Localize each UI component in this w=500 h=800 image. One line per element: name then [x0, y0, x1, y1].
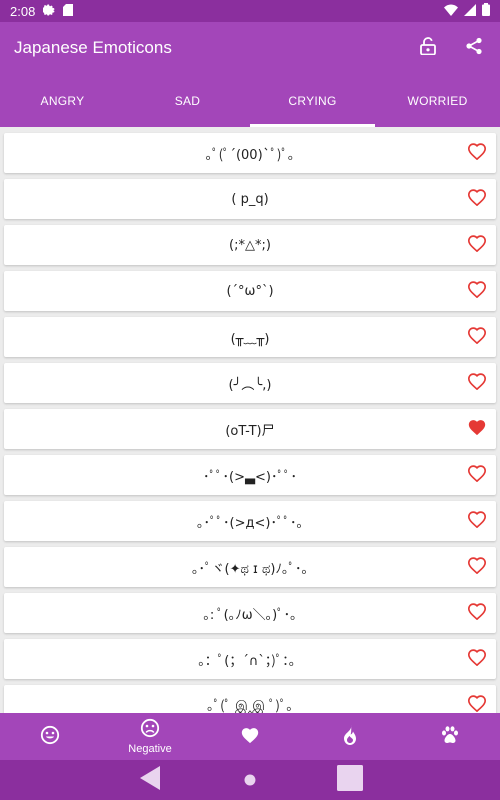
favorite-button[interactable] — [466, 142, 488, 164]
nav-animals[interactable] — [400, 713, 500, 760]
wifi-icon — [444, 4, 458, 19]
status-time: 2:08 — [10, 3, 36, 19]
heart-outline-icon — [467, 234, 487, 256]
list-item[interactable]: 。：ﾟ(；´∩`；)ﾟ：。 — [4, 639, 496, 679]
battery-icon — [482, 3, 490, 19]
nav-happy[interactable] — [0, 713, 100, 760]
heart-outline-icon — [467, 326, 487, 348]
emoticon-text: (╯︵╰,) — [228, 377, 272, 393]
tab-sad[interactable]: SAD — [125, 74, 250, 127]
heart-outline-icon — [467, 694, 487, 713]
heart-outline-icon — [467, 648, 487, 670]
home-circle-icon — [244, 771, 256, 790]
recents-button[interactable] — [300, 760, 400, 800]
heart-filled-icon — [467, 418, 487, 440]
sad-face-icon — [140, 718, 160, 742]
bottom-nav: Negative — [0, 713, 500, 760]
system-navigation-bar — [0, 760, 500, 800]
favorite-button[interactable] — [466, 556, 488, 578]
lock-button[interactable] — [416, 36, 440, 60]
sd-card-icon — [63, 3, 74, 19]
emoticon-text: ･ﾟﾟ･(>▃<)･ﾟﾟ･ — [203, 469, 297, 485]
favorite-button[interactable] — [466, 694, 488, 713]
paw-icon — [440, 725, 460, 749]
heart-icon — [240, 726, 260, 748]
nav-label-negative: Negative — [128, 743, 172, 755]
back-triangle-icon — [138, 765, 162, 795]
emoticon-list[interactable]: ｡ﾟ(ﾟ´(00)`ﾟ)ﾟ｡ ( p_q) (;*△*;) (´°ω°`) (╥… — [0, 127, 500, 713]
favorite-button[interactable] — [466, 464, 488, 486]
favorite-button[interactable] — [466, 234, 488, 256]
settings-status-icon — [42, 4, 55, 19]
nav-negative[interactable]: Negative — [100, 713, 200, 760]
list-item[interactable]: (╥﹏╥) — [4, 317, 496, 357]
heart-outline-icon — [467, 556, 487, 578]
tab-label: SAD — [174, 93, 201, 108]
list-item[interactable]: ･ﾟﾟ･(>▃<)･ﾟﾟ･ — [4, 455, 496, 495]
list-item[interactable]: ｡: ﾟ(｡ﾉω＼｡)ﾟ･｡ — [4, 593, 496, 633]
unlock-icon — [420, 37, 436, 59]
list-item[interactable]: ( p_q) — [4, 179, 496, 219]
tab-label: WORRIED — [407, 93, 468, 108]
emoticon-text: 。：ﾟ(；´∩`；)ﾟ：。 — [198, 653, 302, 669]
tab-label: CRYING — [288, 93, 337, 108]
home-button[interactable] — [200, 760, 300, 800]
emoticon-text: (oT-T)尸 — [225, 423, 275, 439]
favorite-button[interactable] — [466, 372, 488, 394]
tab-angry[interactable]: ANGRY — [0, 74, 125, 127]
emoticon-text: ｡ﾟ(ﾟ இ‸இ ﾟ)ﾟ｡ — [207, 699, 293, 713]
emoticon-text: (´°ω°`) — [226, 283, 274, 299]
app-title: Japanese Emoticons — [14, 38, 172, 57]
app-actions — [416, 36, 486, 60]
list-item[interactable]: ｡･ﾟﾟ･(>д<)･ﾟﾟ･｡ — [4, 501, 496, 541]
emoticon-text: ｡: ﾟ(｡ﾉω＼｡)ﾟ･｡ — [203, 607, 297, 623]
status-right — [444, 3, 490, 19]
emoticon-text: ｡ﾟ(ﾟ´(00)`ﾟ)ﾟ｡ — [205, 147, 295, 163]
heart-outline-icon — [467, 464, 487, 486]
list-item[interactable]: (╯︵╰,) — [4, 363, 496, 403]
fire-icon — [342, 724, 358, 749]
list-item[interactable]: ｡ﾟ(ﾟ´(00)`ﾟ)ﾟ｡ — [4, 133, 496, 173]
list-item[interactable]: (oT-T)尸 — [4, 409, 496, 449]
emoticon-text: (;*△*;) — [229, 237, 271, 253]
favorite-button[interactable] — [466, 188, 488, 210]
favorite-button[interactable] — [466, 602, 488, 624]
share-icon — [465, 37, 483, 59]
recents-square-icon — [337, 765, 363, 795]
heart-outline-icon — [467, 188, 487, 210]
heart-outline-icon — [467, 510, 487, 532]
emoticon-text: ( p_q) — [231, 191, 269, 207]
status-bar: 2:08 — [0, 0, 500, 22]
favorite-button[interactable] — [466, 326, 488, 348]
tab-worried[interactable]: WORRIED — [375, 74, 500, 127]
list-item[interactable]: ｡ﾟ(ﾟ இ‸இ ﾟ)ﾟ｡ — [4, 685, 496, 713]
tab-label: ANGRY — [40, 93, 85, 108]
emoticon-text: (╥﹏╥) — [230, 331, 270, 347]
heart-outline-icon — [467, 372, 487, 394]
heart-outline-icon — [467, 142, 487, 164]
nav-favorites[interactable] — [200, 713, 300, 760]
list-item[interactable]: (´°ω°`) — [4, 271, 496, 311]
emoticon-text: ｡･ﾟヾ(✦ಥ ɪ ಥ)ﾉ｡ﾟ･｡ — [192, 561, 308, 577]
favorite-button[interactable] — [466, 280, 488, 302]
list-item[interactable]: ｡･ﾟヾ(✦ಥ ɪ ಥ)ﾉ｡ﾟ･｡ — [4, 547, 496, 587]
share-button[interactable] — [462, 36, 486, 60]
tab-crying[interactable]: CRYING — [250, 74, 375, 127]
heart-outline-icon — [467, 280, 487, 302]
favorite-button[interactable] — [466, 648, 488, 670]
app-bar: Japanese Emoticons — [0, 22, 500, 74]
favorite-button[interactable] — [466, 510, 488, 532]
back-button[interactable] — [100, 760, 200, 800]
heart-outline-icon — [467, 602, 487, 624]
signal-icon — [464, 3, 476, 19]
status-left: 2:08 — [10, 3, 74, 19]
favorite-button[interactable] — [466, 418, 488, 440]
list-item[interactable]: (;*△*;) — [4, 225, 496, 265]
category-tabs: ANGRY SAD CRYING WORRIED — [0, 74, 500, 127]
smiley-icon — [40, 725, 60, 749]
emoticon-text: ｡･ﾟﾟ･(>д<)･ﾟﾟ･｡ — [197, 515, 303, 531]
nav-hot[interactable] — [300, 713, 400, 760]
